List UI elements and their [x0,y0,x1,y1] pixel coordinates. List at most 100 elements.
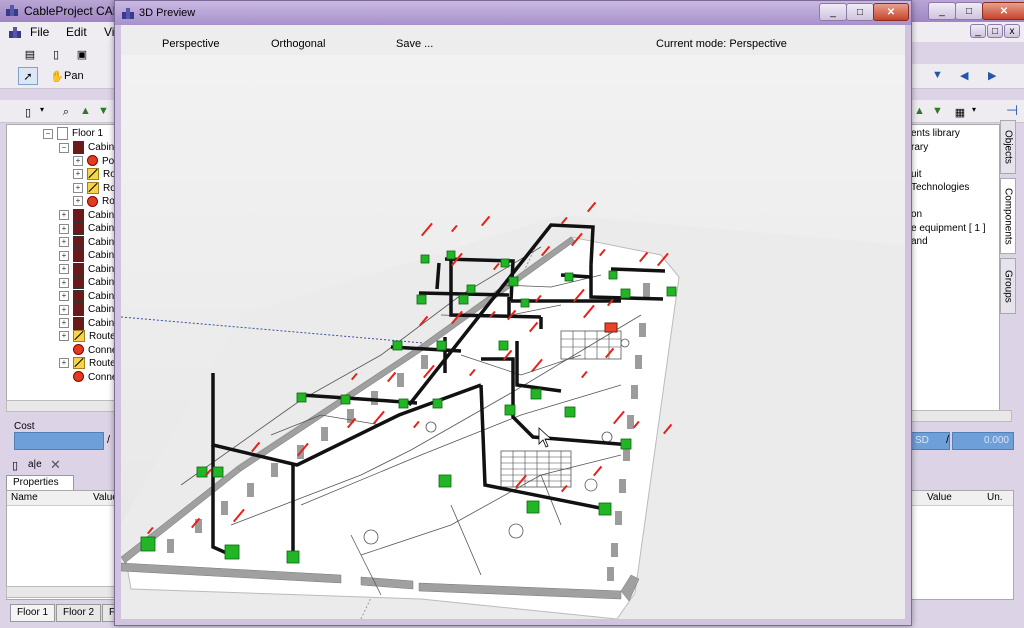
preview-close-button[interactable]: ✕ [873,3,909,21]
cost-input[interactable] [14,432,104,450]
tab-floor-2[interactable]: Floor 2 [56,604,102,622]
properties-hscrollbar[interactable] [6,586,116,598]
tree-item[interactable]: + Ro [73,181,115,196]
pin-icon[interactable]: ⊣ [1006,102,1018,119]
library-item[interactable]: Technologies [911,181,969,195]
preview-viewport[interactable]: Perspective Orthogonal Save ... Current … [121,25,905,619]
arrow-up-icon[interactable]: ▲ [80,105,91,117]
preview-minimize-button[interactable]: _ [819,3,847,21]
tree-item[interactable]: +Conne [59,344,115,358]
expand-icon[interactable]: + [59,291,69,301]
nav-right-icon[interactable]: ▶ [988,69,996,82]
network-device [620,288,631,299]
tree-item[interactable]: + Route [59,357,115,371]
collapse-icon[interactable]: − [59,142,69,153]
tree-item[interactable]: + Cabine [59,235,115,250]
tree-item[interactable]: +Conne [59,371,115,385]
network-device [504,404,516,416]
close-small-icon[interactable]: ✕ [50,457,61,473]
select-arrow-icon[interactable]: ➚ [18,67,38,85]
properties-tab[interactable]: Properties [6,475,74,491]
abc-sort-icon[interactable]: a|e [28,459,42,470]
tree-root[interactable]: − Floor 1 [43,127,103,141]
library-item[interactable]: rary [911,141,928,155]
main-close-button[interactable]: ✕ [982,2,1024,20]
arrow-down-icon[interactable]: ▼ [98,105,109,117]
currency-field[interactable]: SD [910,432,950,450]
mdi-minimize-button[interactable]: _ [970,24,986,38]
expand-icon[interactable]: + [59,358,69,369]
tree-item[interactable]: + Cabine [59,289,115,304]
save-as-button[interactable]: Save ... [396,38,433,50]
tree-item[interactable]: + Route [59,330,115,344]
tab-objects[interactable]: Objects [1000,120,1016,174]
network-device [500,258,510,268]
perspective-button[interactable]: Perspective [162,38,219,50]
main-maximize-button[interactable]: □ [955,2,983,20]
tree-item[interactable]: + Cabine [59,222,115,236]
page-icon[interactable]: ▯ [18,103,38,121]
tree-item[interactable]: + Ro [73,195,115,209]
expand-icon[interactable]: + [73,169,83,180]
wall-pillar [421,355,428,369]
expand-icon[interactable]: + [59,250,69,261]
expand-icon[interactable]: + [73,155,83,166]
expand-icon[interactable]: + [59,331,69,342]
expand-icon[interactable]: + [59,210,69,220]
cost-total-field[interactable]: 0.000 [952,432,1014,450]
tree-item[interactable]: + Cabine [59,208,115,223]
save-icon[interactable]: ▣ [72,45,92,63]
page-small-icon[interactable]: ▯ [12,459,18,472]
tab-groups[interactable]: Groups [1000,258,1016,314]
nav-left-icon[interactable]: ◀ [960,69,968,82]
expand-icon[interactable]: + [59,318,69,328]
list-view-icon[interactable]: ▦ [950,103,970,121]
main-minimize-button[interactable]: _ [928,2,956,20]
preview-maximize-button[interactable]: □ [846,3,874,21]
3d-scene[interactable] [121,55,905,619]
open-icon[interactable]: ▤ [20,45,40,63]
collapse-icon[interactable]: − [43,128,53,139]
search-icon[interactable]: ⌕ [56,103,76,121]
comp-up-icon[interactable]: ▲ [914,105,925,117]
tree-item[interactable]: + Cabine [59,249,115,263]
menu-file[interactable]: File [30,25,49,39]
network-device [286,550,300,564]
expand-icon[interactable]: + [59,277,69,288]
menu-view[interactable]: Vi [104,25,114,39]
library-item[interactable]: e equipment [ 1 ] [911,222,986,236]
orthogonal-button[interactable]: Orthogonal [271,38,325,50]
tree-item[interactable]: + Cabine [59,262,115,277]
tree-hscrollbar[interactable] [6,400,116,412]
tree-item[interactable]: + Cabine [59,276,115,290]
mdi-restore-button[interactable]: □ [987,24,1003,38]
expand-icon[interactable]: + [73,182,83,193]
mdi-close-button[interactable]: x [1004,24,1020,38]
expand-icon[interactable]: + [59,264,69,274]
library-item[interactable]: ents library [911,127,960,141]
pan-button[interactable]: Pan [64,70,84,82]
expand-icon[interactable]: + [59,237,69,247]
wall-pillar [635,355,642,369]
components-hscrollbar[interactable] [910,410,1012,422]
tree-item[interactable]: + Cabine [59,316,115,331]
expand-icon[interactable]: + [59,223,69,234]
pan-hand-icon[interactable]: ✋ [50,70,64,83]
menu-edit[interactable]: Edit [66,25,87,39]
library-item[interactable]: uit [911,168,922,182]
tree-item[interactable]: − Cabine [59,141,115,155]
comp-down-icon[interactable]: ▼ [932,105,943,117]
library-item[interactable]: and [911,235,928,249]
library-item[interactable]: on [911,208,922,222]
expand-icon[interactable]: + [59,304,69,315]
tab-components[interactable]: Components [1000,178,1016,254]
dropdown-arrow-icon[interactable]: ▾ [40,105,44,114]
expand-icon[interactable]: + [73,196,83,207]
comp-dropdown-icon[interactable]: ▾ [972,105,976,114]
new-icon[interactable]: ▯ [46,45,66,63]
tree-item[interactable]: + Po [73,155,114,169]
tree-item[interactable]: + Cabine [59,303,115,317]
tab-floor-1[interactable]: Floor 1 [10,604,56,622]
nav-down-icon[interactable]: ▼ [932,69,943,81]
tree-item[interactable]: + Ro [73,168,115,182]
